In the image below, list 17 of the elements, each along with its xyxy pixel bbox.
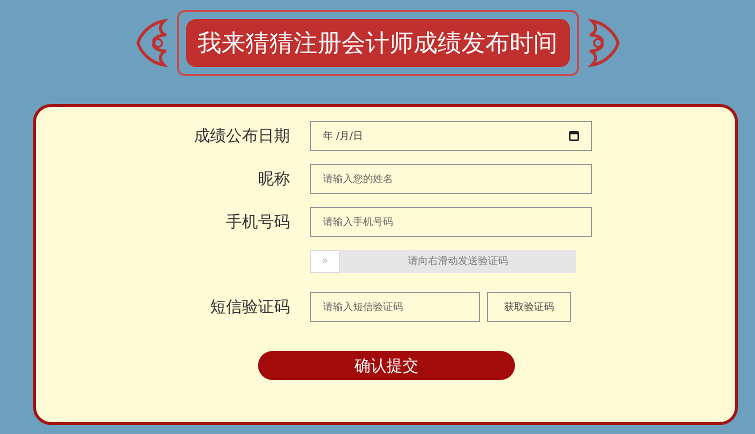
input-field[interactable]: 请输入手机号码 xyxy=(310,207,592,237)
field-label: 短信验证码 xyxy=(209,296,290,318)
date-field[interactable]: 年 /月/日 xyxy=(310,121,592,151)
code-input-field[interactable]: 请输入短信验证码 xyxy=(310,292,480,322)
field-label: 昵称 xyxy=(257,168,290,190)
banner-title: 我来猜猜注册会计师成绩发布时间 xyxy=(186,18,570,66)
ornament-icon xyxy=(586,16,620,68)
input-field[interactable]: 请输入您的姓名 xyxy=(310,164,592,194)
calendar-icon[interactable] xyxy=(569,131,579,141)
field-label: 手机号码 xyxy=(225,211,290,233)
submit-button[interactable]: 确认提交 xyxy=(258,351,515,380)
slider-hint: 请向右滑动发送验证码 xyxy=(407,254,509,269)
slider-track[interactable]: » 请向右滑动发送验证码 xyxy=(310,250,576,273)
date-value: 年 /月/日 xyxy=(323,130,363,144)
ornament-icon xyxy=(134,16,168,68)
field-label: 成绩公布日期 xyxy=(193,125,290,147)
get-code-button[interactable]: 获取验证码 xyxy=(487,292,571,322)
